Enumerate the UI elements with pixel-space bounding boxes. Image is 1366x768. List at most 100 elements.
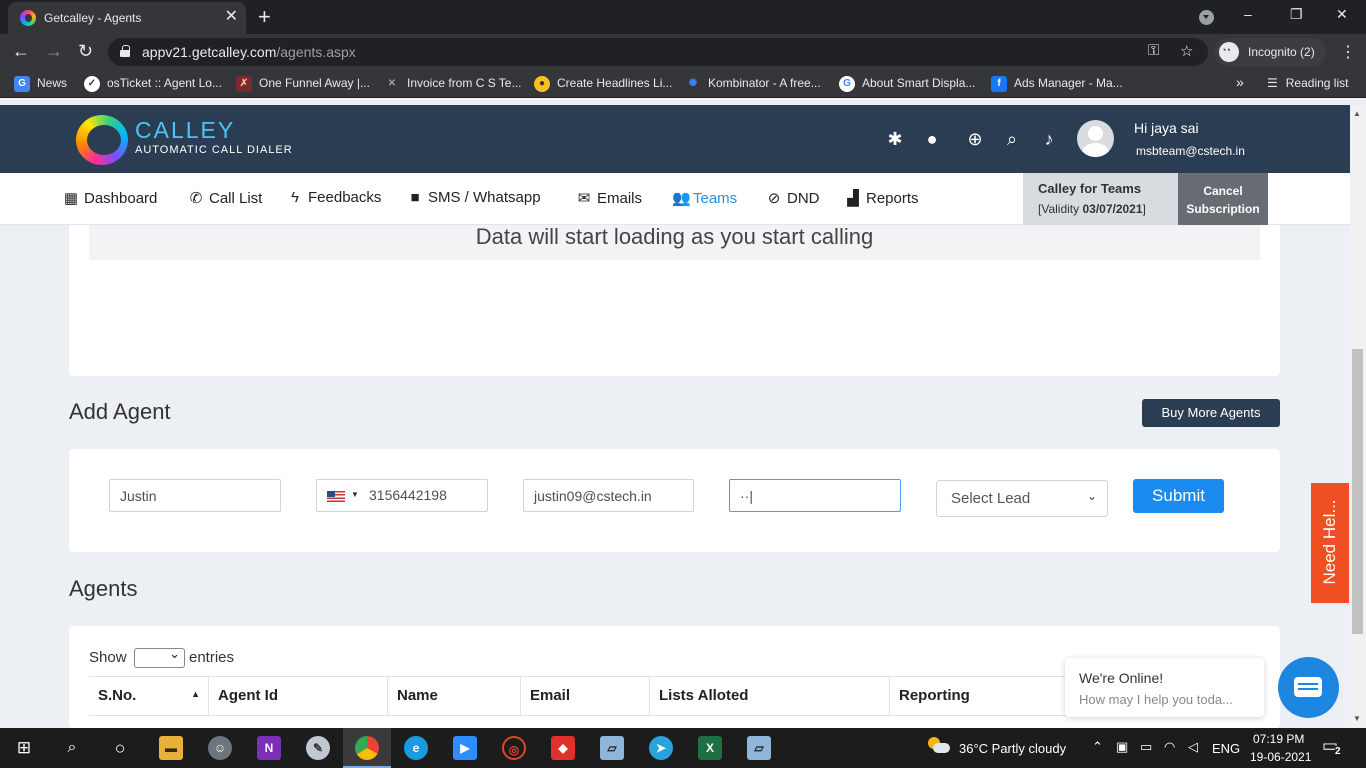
browser-tab[interactable]: Getcalley - Agents ✕ bbox=[8, 2, 246, 34]
robot-app-icon[interactable]: ☺ bbox=[208, 736, 232, 760]
agent-name-input[interactable]: Justin bbox=[109, 479, 281, 512]
chrome-icon[interactable] bbox=[355, 736, 379, 760]
buy-more-agents-button[interactable]: Buy More Agents bbox=[1142, 399, 1280, 427]
search-icon[interactable]: ⌕ bbox=[60, 736, 84, 760]
tray-chevron-icon[interactable]: ⌃ bbox=[1092, 739, 1103, 755]
nav-teams[interactable]: 👥 Teams bbox=[672, 189, 737, 207]
th-email[interactable]: Email bbox=[521, 677, 650, 715]
back-icon[interactable]: ← bbox=[12, 41, 30, 62]
reload-icon[interactable]: ↻ bbox=[78, 41, 93, 62]
agent-email-input[interactable]: justin09@cstech.in bbox=[523, 479, 694, 512]
need-help-tab[interactable]: Need Hel... bbox=[1311, 483, 1349, 603]
facebook-icon: f bbox=[991, 76, 1007, 92]
excel-icon[interactable]: X bbox=[698, 736, 722, 760]
agent-password-input[interactable]: ··| bbox=[729, 479, 901, 512]
weather-text[interactable]: 36°C Partly cloudy bbox=[959, 741, 1066, 756]
search-icon[interactable]: ⌕ bbox=[1001, 128, 1023, 150]
select-lead-dropdown[interactable]: Select Lead ⌄ bbox=[936, 480, 1108, 517]
avatar[interactable] bbox=[1077, 120, 1114, 157]
tab-close-icon[interactable]: ✕ bbox=[225, 8, 238, 26]
chevron-down-icon: ⌄ bbox=[1086, 489, 1097, 503]
bookmark-ads-manager[interactable]: f Ads Manager - Ma... bbox=[991, 76, 1123, 92]
bookmark-kombinator[interactable]: ✺ Kombinator - A free... bbox=[685, 76, 821, 92]
task-view-icon[interactable]: ○ bbox=[108, 736, 132, 760]
incognito-label: Incognito (2) bbox=[1248, 45, 1315, 59]
nav-emails[interactable]: ✉ Emails bbox=[576, 189, 642, 207]
windows-start-icon[interactable]: ⊞ bbox=[12, 736, 36, 760]
incognito-badge[interactable]: Incognito (2) bbox=[1214, 38, 1326, 66]
calley-favicon-icon bbox=[20, 10, 36, 26]
windows-taskbar: ⊞ ⌕ ○ ▬ ☺ N ✎ e ▶ ◎ ◆ ▱ ➤ X ▱ bbox=[0, 728, 1366, 768]
nav-call-list[interactable]: ✆ Call List bbox=[188, 189, 263, 207]
page-scrollbar[interactable]: ▲ ▼ bbox=[1350, 105, 1366, 728]
support-icon[interactable]: ⊕ bbox=[964, 128, 986, 150]
minimize-button[interactable]: – bbox=[1244, 6, 1252, 22]
nav-sms-whatsapp[interactable]: ■ SMS / Whatsapp bbox=[407, 189, 540, 206]
entries-label: entries bbox=[189, 649, 235, 666]
notes-app-icon[interactable]: ▱ bbox=[600, 736, 624, 760]
android-icon[interactable]: ✱ bbox=[884, 128, 906, 150]
google-news-icon: G bbox=[14, 76, 30, 92]
zoom-icon[interactable]: ▶ bbox=[453, 736, 477, 760]
key-icon[interactable]: ⚿ bbox=[1148, 42, 1159, 59]
us-flag-icon[interactable] bbox=[327, 491, 345, 502]
paint-icon[interactable]: ✎ bbox=[306, 736, 330, 760]
meet-now-icon[interactable]: ▣ bbox=[1116, 739, 1128, 755]
th-agent-id[interactable]: Agent Id bbox=[209, 677, 388, 715]
address-bar[interactable]: appv21.getcalley.com/agents.aspx ⚿ ☆ bbox=[108, 38, 1208, 66]
close-window-button[interactable]: ✕ bbox=[1336, 6, 1348, 23]
browser-menu-icon[interactable]: ⋮ bbox=[1340, 42, 1356, 62]
forward-icon[interactable]: → bbox=[45, 41, 63, 62]
calley-logo-icon[interactable] bbox=[76, 115, 128, 165]
apple-icon[interactable]: ● bbox=[921, 128, 943, 150]
agent-phone-input[interactable]: ▼ 3156442198 bbox=[316, 479, 488, 512]
bookmark-headlines[interactable]: ● Create Headlines Li... bbox=[534, 76, 672, 92]
agents-title: Agents bbox=[69, 576, 138, 601]
scroll-down-icon[interactable]: ▼ bbox=[1353, 714, 1361, 723]
nav-reports[interactable]: ▟ Reports bbox=[845, 189, 918, 207]
th-name[interactable]: Name bbox=[388, 677, 521, 715]
bookmark-news[interactable]: G News bbox=[14, 76, 67, 92]
clock-time[interactable]: 07:19 PM bbox=[1253, 732, 1304, 746]
nav-dnd[interactable]: ⊘ DND bbox=[766, 189, 820, 207]
bell-icon[interactable]: ♪ bbox=[1038, 128, 1060, 150]
scroll-up-icon[interactable]: ▲ bbox=[1353, 109, 1361, 118]
country-caret-icon[interactable]: ▼ bbox=[351, 490, 359, 499]
bookmark-smart-display[interactable]: G About Smart Displa... bbox=[839, 76, 975, 92]
battery-icon[interactable]: ▭ bbox=[1140, 739, 1152, 755]
onenote-icon[interactable]: N bbox=[257, 736, 281, 760]
language-indicator[interactable]: ENG bbox=[1212, 741, 1240, 756]
telegram-icon[interactable]: ➤ bbox=[649, 736, 673, 760]
wifi-icon[interactable]: ◠ bbox=[1164, 739, 1175, 755]
tab-title: Getcalley - Agents bbox=[44, 11, 142, 25]
scroll-thumb[interactable] bbox=[1352, 349, 1363, 634]
bookmark-osticket[interactable]: ✓ osTicket :: Agent Lo... bbox=[84, 76, 222, 92]
bookmark-one-funnel[interactable]: ✗ One Funnel Away |... bbox=[236, 76, 370, 92]
tab-search-icon[interactable] bbox=[1199, 10, 1214, 25]
dashboard-icon: ▦ bbox=[63, 190, 79, 207]
edge-icon[interactable]: e bbox=[404, 736, 428, 760]
anydesk-icon[interactable]: ◆ bbox=[551, 736, 575, 760]
cancel-subscription-button[interactable]: Cancel Subscription bbox=[1178, 173, 1268, 225]
submit-button[interactable]: Submit bbox=[1133, 479, 1224, 513]
weather-icon[interactable] bbox=[928, 737, 950, 755]
nav-dashboard[interactable]: ▦ Dashboard bbox=[63, 189, 157, 207]
file-explorer-icon[interactable]: ▬ bbox=[159, 736, 183, 760]
nav-feedbacks[interactable]: ϟ Feedbacks bbox=[287, 189, 381, 206]
new-tab-button[interactable]: + bbox=[258, 4, 271, 30]
th-lists-alloted[interactable]: Lists Alloted bbox=[650, 677, 890, 715]
maximize-button[interactable]: ❐ bbox=[1290, 6, 1303, 23]
bookmark-star-icon[interactable]: ☆ bbox=[1180, 42, 1193, 60]
th-sno[interactable]: S.No. ▲ bbox=[89, 677, 209, 715]
clock-date[interactable]: 19-06-2021 bbox=[1250, 750, 1311, 764]
notes-app-2-icon[interactable]: ▱ bbox=[747, 736, 771, 760]
chat-greeting-bubble[interactable]: We're Online! How may I help you toda... bbox=[1065, 658, 1264, 717]
volume-icon[interactable]: ◁ bbox=[1188, 739, 1198, 755]
app-circle-icon[interactable]: ◎ bbox=[502, 736, 526, 760]
entries-per-page-select[interactable] bbox=[134, 646, 185, 668]
google-icon: G bbox=[839, 76, 855, 92]
chat-launcher-icon[interactable] bbox=[1278, 657, 1339, 718]
reading-list-button[interactable]: ☰ Reading list bbox=[1267, 76, 1348, 90]
bookmark-invoice[interactable]: ✕ Invoice from C S Te... bbox=[384, 76, 522, 92]
bookmarks-overflow-button[interactable]: » bbox=[1236, 74, 1244, 90]
